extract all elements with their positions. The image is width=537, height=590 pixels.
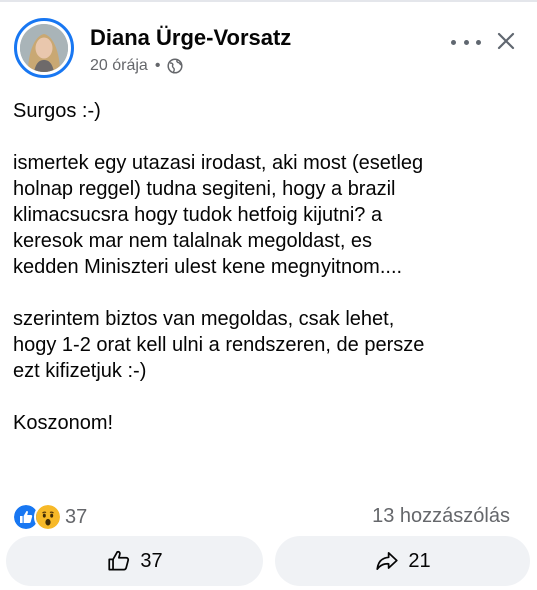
profile-photo-icon	[20, 24, 68, 72]
reactions-count: 37	[65, 505, 88, 528]
more-options-icon[interactable]	[451, 32, 481, 52]
reactions-summary[interactable]: 37	[12, 503, 87, 531]
globe-icon	[167, 58, 183, 74]
post-body: Surgos :-) ismertek egy utazasi irodast,…	[13, 98, 528, 436]
comments-count[interactable]: 13 hozzászólás	[372, 505, 510, 528]
like-button[interactable]: 37	[6, 536, 263, 586]
post-paragraph: szerintem biztos van megoldas, csak lehe…	[13, 308, 425, 382]
share-count: 21	[408, 549, 431, 572]
top-divider	[0, 0, 537, 2]
share-arrow-icon	[376, 552, 398, 570]
post-stats: 37 13 hozzászólás	[0, 501, 537, 531]
post-paragraph: Surgos :-)	[13, 100, 101, 122]
close-icon[interactable]	[496, 31, 516, 51]
meta-separator: •	[154, 57, 161, 74]
post-time[interactable]: 20 órája	[90, 57, 148, 75]
like-count: 37	[140, 549, 163, 572]
share-button[interactable]: 21	[275, 536, 530, 586]
avatar-photo	[20, 24, 68, 72]
avatar[interactable]	[14, 18, 74, 78]
post-meta: 20 órája •	[90, 57, 183, 75]
wow-reaction-icon	[34, 503, 62, 531]
post-paragraph: ismertek egy utazasi irodast, aki most (…	[13, 152, 424, 278]
post-paragraph: Koszonom!	[13, 412, 114, 434]
thumbs-up-icon	[108, 550, 130, 571]
author-name[interactable]: Diana Ürge-Vorsatz	[90, 25, 291, 51]
post-header: Diana Ürge-Vorsatz 20 órája •	[0, 10, 537, 90]
